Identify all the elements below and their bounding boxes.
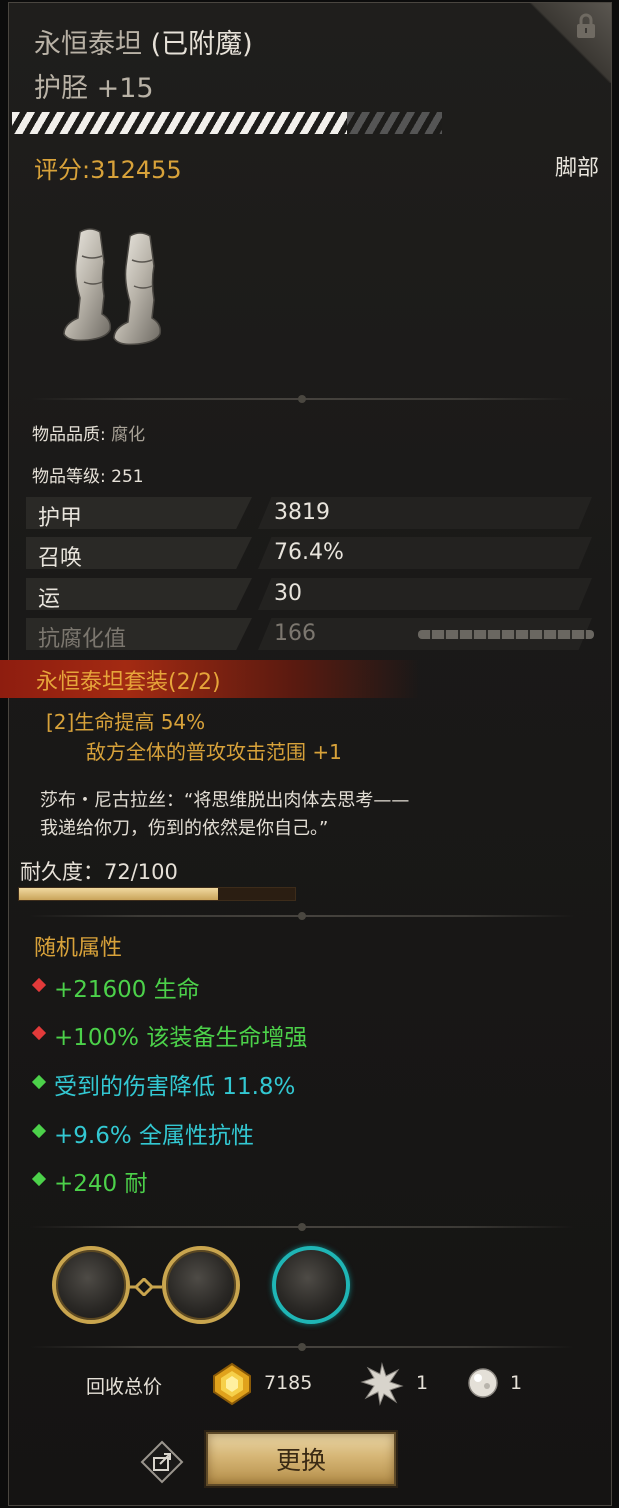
white-pearl-icon: [468, 1368, 498, 1398]
set-tier: [2]: [46, 710, 75, 734]
item-name: 永恒泰坦 (已附魔): [34, 22, 253, 61]
item-name-text: 永恒泰坦: [34, 29, 142, 60]
lock-icon[interactable]: [575, 13, 597, 39]
section-divider: [30, 395, 574, 403]
level-value: 251: [111, 467, 144, 487]
quality-label: 物品品质:: [32, 425, 106, 445]
stat-row-luck: 运 30: [26, 578, 592, 612]
replace-button[interactable]: 更换: [206, 1432, 396, 1486]
set-bonus-line: [2]生命提高 54%: [46, 706, 205, 735]
gold-crystal-icon: [213, 1362, 251, 1406]
set-bonus-1: 生命提高 54%: [74, 710, 206, 734]
stat-row-summon: 召唤 76.4%: [26, 537, 592, 571]
upgrade-progress-remaining: [347, 112, 442, 134]
set-bonus-2: 敌方全体的普攻攻击范围 +1: [86, 740, 342, 764]
stat-label: 护甲: [38, 506, 83, 531]
armored-greaves-icon: [63, 228, 162, 346]
stat-value: 3819: [274, 500, 330, 525]
flavor-text-line-2: 我递给你刀，伤到的依然是你自己。”: [40, 818, 329, 839]
cost-shard: 1: [416, 1372, 429, 1394]
item-type: 护胫 +15: [34, 73, 154, 104]
durability-bar: [18, 887, 296, 901]
stat-value: 76.4%: [274, 540, 344, 565]
durability-label: 耐久度：72/100: [20, 860, 178, 884]
affix-text: +100% 该装备生命增强: [54, 1025, 308, 1051]
affix-text: +9.6% 全属性抗性: [54, 1123, 255, 1149]
upgrade-progress-bar: [12, 112, 442, 134]
level-label: 物品等级:: [32, 467, 106, 487]
section-divider: [30, 912, 574, 920]
affix-text: +21600 生命: [54, 977, 200, 1003]
item-score: 评分:312455: [34, 156, 182, 184]
level-line: 物品等级: 251: [32, 462, 144, 487]
quality-line: 物品品质: 腐化: [32, 420, 145, 445]
socket-link-icon: [126, 1278, 162, 1296]
spiky-shard-icon: [360, 1362, 404, 1406]
section-divider: [30, 1343, 574, 1351]
set-title: 永恒泰坦套装(2/2): [36, 670, 221, 695]
corruption-resist-bar: [418, 630, 594, 639]
stat-row-armor: 护甲 3819: [26, 497, 592, 531]
stat-value: 30: [274, 581, 302, 606]
panel-corner: [527, 3, 611, 83]
cost-gold: 7185: [264, 1372, 313, 1394]
recycle-label: 回收总价: [86, 1376, 163, 1398]
stat-row-corruption-resist: 抗腐化值 166: [26, 618, 594, 652]
random-attrs-title: 随机属性: [34, 936, 123, 961]
gem-socket-1[interactable]: [52, 1246, 130, 1324]
section-divider: [30, 1223, 574, 1231]
gem-socket-2[interactable]: [162, 1246, 240, 1324]
stat-label: 运: [38, 587, 61, 612]
affix-text: 受到的伤害降低 11.8%: [54, 1074, 296, 1100]
stat-label: 召唤: [38, 546, 83, 571]
item-slot: 脚部: [554, 156, 599, 181]
flavor-text-line-1: 莎布・尼古拉丝：“将思维脱出肉体去思考——: [40, 790, 410, 811]
cost-pearl: 1: [510, 1372, 523, 1394]
affix-text: +240 耐: [54, 1171, 148, 1197]
quality-value: 腐化: [111, 425, 146, 445]
stat-value: 166: [274, 621, 316, 646]
durability-fill: [19, 888, 218, 900]
gem-socket-3[interactable]: [272, 1246, 350, 1324]
enchant-tag: (已附魔): [150, 29, 253, 60]
share-icon[interactable]: [140, 1440, 184, 1484]
stat-label: 抗腐化值: [38, 627, 127, 652]
